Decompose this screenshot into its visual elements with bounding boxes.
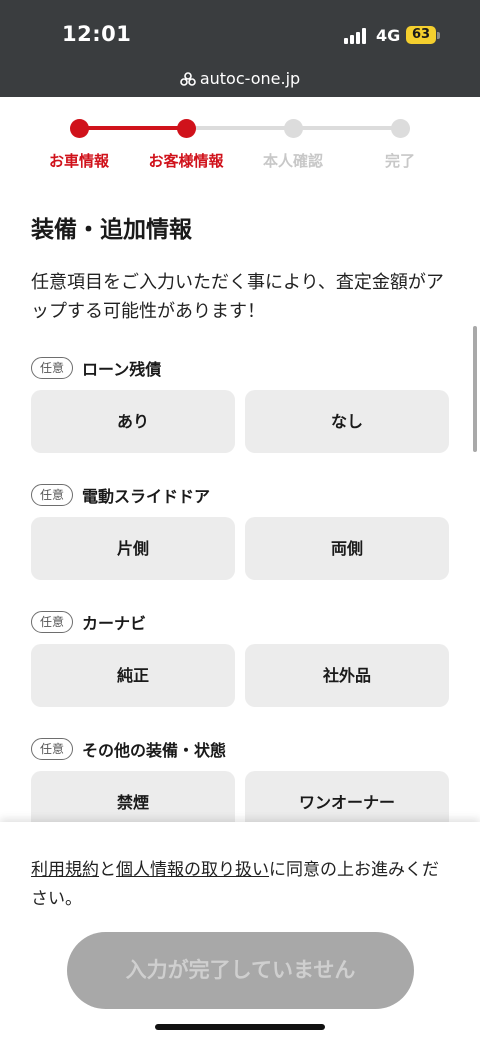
site-settings-icon xyxy=(180,72,196,86)
section-title: カーナビ xyxy=(82,614,147,633)
slide-door-one-side-button[interactable]: 片側 xyxy=(31,517,235,580)
step-label-4: 完了 xyxy=(384,152,415,170)
navi-genuine-button[interactable]: 純正 xyxy=(31,644,235,707)
battery-icon: 63 xyxy=(406,26,436,44)
section-slide-door-label: 任意 電動スライドドア xyxy=(31,483,210,507)
optional-tag: 任意 xyxy=(31,357,74,379)
optional-tag: 任意 xyxy=(31,611,74,633)
section-title: ローン残債 xyxy=(82,360,162,379)
step-label-3: 本人確認 xyxy=(262,152,323,170)
step-label-1: お車情報 xyxy=(48,152,109,170)
scrollbar[interactable] xyxy=(473,326,477,452)
status-time: 12:01 xyxy=(62,22,132,46)
optional-tag: 任意 xyxy=(31,738,74,760)
section-navi-label: 任意 カーナビ xyxy=(31,610,146,634)
optional-tag: 任意 xyxy=(31,484,74,506)
step-dot-3 xyxy=(284,119,303,138)
status-bar: 12:01 4G 63 autoc-one.jp xyxy=(0,0,480,97)
section-title: その他の装備・状態 xyxy=(82,741,227,760)
loan-no-button[interactable]: なし xyxy=(245,390,449,453)
consent-and: と xyxy=(99,860,116,880)
consent-text: 利用規約と個人情報の取り扱いに同意の上お進みください。 xyxy=(31,856,451,914)
section-other-label: 任意 その他の装備・状態 xyxy=(31,737,226,761)
terms-link[interactable]: 利用規約 xyxy=(31,860,99,880)
url-text: autoc-one.jp xyxy=(199,69,301,88)
privacy-link[interactable]: 個人情報の取り扱い xyxy=(116,860,269,880)
intro-text: 任意項目をご入力いただく事により、査定金額がアップする可能性があります！ xyxy=(31,272,444,322)
loan-yes-button[interactable]: あり xyxy=(31,390,235,453)
step-label-2: お客様情報 xyxy=(148,152,224,170)
home-indicator[interactable] xyxy=(155,1024,325,1030)
section-loan-label: 任意 ローン残債 xyxy=(31,356,161,380)
network-type: 4G xyxy=(376,26,401,45)
navi-aftermarket-button[interactable]: 社外品 xyxy=(245,644,449,707)
section-title: 電動スライドドア xyxy=(82,487,211,506)
step-dot-2 xyxy=(177,119,196,138)
slide-door-both-sides-button[interactable]: 両側 xyxy=(245,517,449,580)
battery-level: 63 xyxy=(411,27,431,42)
step-dot-4 xyxy=(391,119,410,138)
signal-icon xyxy=(344,28,370,44)
battery-cap-icon xyxy=(437,32,440,39)
submit-button[interactable]: 入力が完了していません xyxy=(67,932,414,1009)
bottom-sheet: 利用規約と個人情報の取り扱いに同意の上お進みください。 入力が完了していません xyxy=(0,822,480,1040)
step-line-done xyxy=(79,126,186,130)
url-bar[interactable]: autoc-one.jp xyxy=(0,69,480,88)
page-title: 装備・追加情報 xyxy=(31,217,192,243)
progress-steps: お車情報 お客様情報 本人確認 完了 xyxy=(0,110,480,180)
step-dot-1 xyxy=(70,119,89,138)
